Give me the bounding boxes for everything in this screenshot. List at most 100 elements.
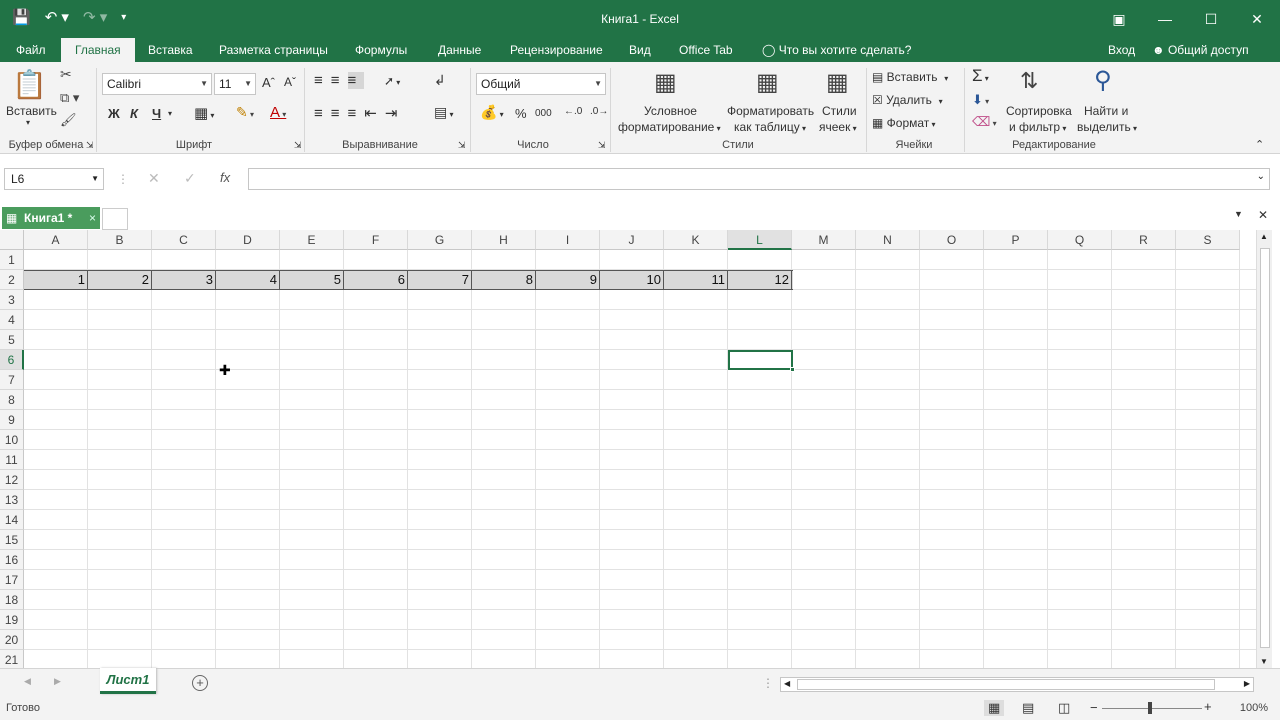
conditional-formatting-label-1[interactable]: Условное — [644, 104, 697, 118]
row-header-5[interactable]: 5 — [0, 330, 24, 350]
row-header-17[interactable]: 17 — [0, 570, 24, 590]
cell-g2[interactable]: 7 — [408, 270, 472, 290]
delete-cells-button[interactable]: ☒ Удалить ▾ — [872, 93, 943, 107]
cut-icon[interactable]: ✂ — [60, 66, 72, 83]
column-header-f[interactable]: F — [344, 230, 408, 250]
formula-input[interactable]: ⌄ — [248, 168, 1270, 190]
column-header-s[interactable]: S — [1176, 230, 1240, 250]
insert-function-button[interactable]: fx — [220, 170, 230, 185]
currency-format-icon[interactable]: 💰 ▾ — [480, 104, 504, 121]
tab-split-grip-icon[interactable]: ⋮ — [762, 676, 774, 690]
zoom-slider-thumb[interactable] — [1148, 702, 1152, 714]
conditional-formatting-label-2[interactable]: форматирование ▾ — [618, 120, 721, 134]
column-header-i[interactable]: I — [536, 230, 600, 250]
page-layout-view-icon[interactable]: ▤ — [1022, 700, 1034, 716]
row-header-13[interactable]: 13 — [0, 490, 24, 510]
column-header-r[interactable]: R — [1112, 230, 1176, 250]
cell-k2[interactable]: 11 — [664, 270, 728, 290]
column-header-p[interactable]: P — [984, 230, 1048, 250]
increase-decimal-icon[interactable]: ←.0 — [564, 106, 582, 117]
vertical-scroll-thumb[interactable] — [1260, 248, 1270, 648]
fill-color-icon[interactable]: ✎ ▾ — [236, 104, 254, 121]
zoom-level[interactable]: 100% — [1240, 702, 1268, 714]
decrease-decimal-icon[interactable]: .0→ — [590, 106, 608, 117]
italic-button[interactable]: К — [130, 106, 138, 121]
find-select-label-1[interactable]: Найти и — [1084, 104, 1128, 118]
column-header-q[interactable]: Q — [1048, 230, 1112, 250]
grow-font-icon[interactable]: Aˆ — [262, 75, 275, 90]
add-sheet-icon[interactable]: + — [192, 675, 208, 691]
row-header-18[interactable]: 18 — [0, 590, 24, 610]
horizontal-scroll-thumb[interactable] — [797, 679, 1215, 690]
clear-icon[interactable]: ⌫ ▾ — [972, 114, 997, 130]
row-header-6[interactable]: 6 — [0, 350, 24, 370]
scroll-down-icon[interactable]: ▼ — [1260, 657, 1268, 666]
row-header-3[interactable]: 3 — [0, 290, 24, 310]
copy-icon[interactable]: ⧉ ▾ — [60, 90, 79, 106]
clipboard-launcher-icon[interactable]: ⇲ — [86, 140, 94, 151]
row-header-21[interactable]: 21 — [0, 650, 24, 668]
row-header-16[interactable]: 16 — [0, 550, 24, 570]
row-header-11[interactable]: 11 — [0, 450, 24, 470]
close-tab-icon[interactable]: × — [89, 207, 96, 229]
number-format-combo[interactable]: Общий ▼ — [476, 73, 606, 95]
fill-handle[interactable] — [790, 367, 795, 372]
find-select-label-2[interactable]: выделить ▾ — [1077, 120, 1137, 134]
bold-button[interactable]: Ж — [108, 106, 120, 121]
find-select-icon[interactable]: ⚲ — [1094, 66, 1112, 95]
thousands-separator-button[interactable]: 000 — [535, 108, 552, 119]
zoom-in-icon[interactable]: + — [1204, 699, 1212, 714]
sort-filter-label-1[interactable]: Сортировка — [1006, 104, 1072, 118]
cell-j2[interactable]: 10 — [600, 270, 664, 290]
column-header-j[interactable]: J — [600, 230, 664, 250]
tab-view[interactable]: Вид — [627, 38, 653, 62]
row-header-14[interactable]: 14 — [0, 510, 24, 530]
column-header-m[interactable]: M — [792, 230, 856, 250]
row-header-8[interactable]: 8 — [0, 390, 24, 410]
prev-sheet-icon[interactable]: ◀ — [24, 676, 31, 687]
tab-page-layout[interactable]: Разметка страницы — [217, 38, 330, 62]
fill-icon[interactable]: ⬇ ▾ — [972, 92, 989, 108]
font-name-combo[interactable]: Calibri ▼ — [102, 73, 212, 95]
row-header-20[interactable]: 20 — [0, 630, 24, 650]
column-header-d[interactable]: D — [216, 230, 280, 250]
column-header-b[interactable]: B — [88, 230, 152, 250]
paste-icon[interactable]: 📋 — [12, 68, 47, 104]
underline-dropdown-icon[interactable]: ▾ — [168, 109, 172, 118]
column-header-k[interactable]: K — [664, 230, 728, 250]
cell-f2[interactable]: 6 — [344, 270, 408, 290]
next-sheet-icon[interactable]: ▶ — [54, 676, 61, 687]
row-header-2[interactable]: 2 — [0, 270, 24, 290]
insert-cells-button[interactable]: ▤ Вставить ▾ — [872, 70, 948, 84]
column-header-o[interactable]: O — [920, 230, 984, 250]
cell-styles-label-1[interactable]: Стили — [822, 104, 857, 118]
share-button[interactable]: ☻ Общий доступ — [1150, 38, 1251, 62]
scroll-up-icon[interactable]: ▲ — [1260, 232, 1268, 241]
ribbon-display-options-icon[interactable]: ▣ — [1096, 0, 1142, 38]
format-as-table-icon[interactable]: ▦ — [756, 68, 779, 97]
name-box[interactable]: L6 ▼ — [4, 168, 104, 190]
cell-c2[interactable]: 3 — [152, 270, 216, 290]
tab-insert[interactable]: Вставка — [146, 38, 195, 62]
zoom-out-icon[interactable]: − — [1090, 700, 1098, 715]
new-tab-button[interactable] — [102, 208, 128, 230]
confirm-entry-icon[interactable]: ✓ — [184, 170, 196, 187]
expand-formula-bar-icon[interactable]: ⌄ — [1257, 171, 1265, 182]
sort-filter-icon[interactable]: ⇅ — [1020, 68, 1038, 94]
number-launcher-icon[interactable]: ⇲ — [598, 140, 606, 151]
sheet-tab-list1[interactable]: Лист1 — [100, 668, 156, 694]
active-cell-l6[interactable] — [728, 350, 795, 372]
autosum-icon[interactable]: Σ ▾ — [972, 66, 989, 86]
shrink-font-icon[interactable]: Aˇ — [284, 75, 296, 89]
worksheet-grid[interactable]: ABCDEFGHIJKLMNOPQRS 1 2 3 4 5 6 7 8 9 10 11 12 13 14 1… — [0, 230, 1256, 668]
cell-d2[interactable]: 4 — [216, 270, 280, 290]
column-header-c[interactable]: C — [152, 230, 216, 250]
cell-l2[interactable]: 12 — [728, 270, 792, 290]
row-header-15[interactable]: 15 — [0, 530, 24, 550]
row-header-7[interactable]: 7 — [0, 370, 24, 390]
tab-data[interactable]: Данные — [436, 38, 483, 62]
vertical-scrollbar[interactable]: ▲ ▼ — [1256, 230, 1272, 668]
scroll-right-icon[interactable]: ▶ — [1244, 679, 1250, 688]
tab-home[interactable]: Главная — [61, 38, 135, 62]
column-header-g[interactable]: G — [408, 230, 472, 250]
